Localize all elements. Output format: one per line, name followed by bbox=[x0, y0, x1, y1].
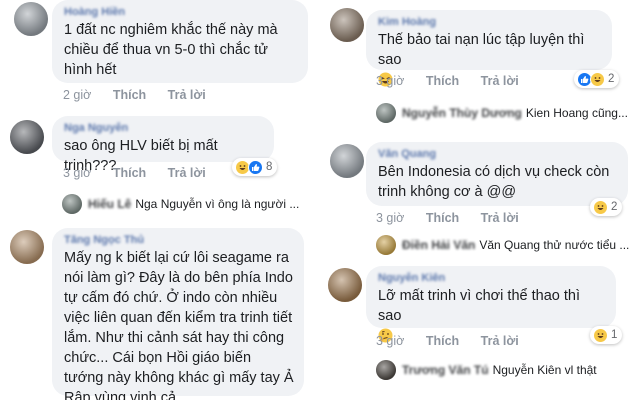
comment-item: Kim Hoàng Thế bảo tai nạn lúc tập luyện … bbox=[318, 0, 630, 130]
avatar[interactable] bbox=[330, 144, 364, 178]
right-comment-column: Kim Hoàng Thế bảo tai nạn lúc tập luyện … bbox=[318, 0, 630, 400]
like-button[interactable]: Thích bbox=[426, 74, 459, 88]
comment-author[interactable]: Hoàng Hiền bbox=[64, 6, 298, 18]
reaction-count: 1 bbox=[611, 329, 618, 341]
comment-text: Bên Indonesia có dịch vụ check còn trinh… bbox=[378, 164, 610, 200]
comment-item: Nga Nguyễn sao ông HLV biết bị mất trinh… bbox=[0, 116, 315, 226]
haha-reaction-icon bbox=[593, 327, 608, 343]
comment-text: 1 đất nc nghiêm khắc thế này mà chiều để… bbox=[64, 22, 278, 78]
left-comment-column: Hoàng Hiền 1 đất nc nghiêm khắc thế này … bbox=[0, 0, 315, 400]
avatar[interactable] bbox=[14, 2, 48, 36]
comment-actions: 3 giờ Thích Trả lời bbox=[63, 166, 224, 180]
like-button[interactable]: Thích bbox=[426, 334, 459, 348]
comment-bubble: Nguyễn Kiên Lỡ mất trinh vì chơi thể tha… bbox=[366, 266, 616, 343]
reply-button[interactable]: Trả lời bbox=[481, 74, 519, 88]
avatar[interactable] bbox=[330, 8, 364, 42]
reply-author[interactable]: Điền Hải Văn bbox=[402, 238, 475, 252]
reaction-count: 2 bbox=[608, 73, 615, 85]
comment-bubble: Kim Hoàng Thế bảo tai nạn lúc tập luyện … bbox=[366, 10, 612, 87]
comment-bubble: Văn Quang Bên Indonesia có dịch vụ check… bbox=[366, 142, 628, 206]
reply-button[interactable]: Trả lời bbox=[168, 88, 206, 102]
avatar bbox=[376, 235, 396, 255]
comment-item: Nguyễn Kiên Lỡ mất trinh vì chơi thể tha… bbox=[318, 266, 630, 400]
reply-button[interactable]: Trả lời bbox=[168, 166, 206, 180]
avatar[interactable] bbox=[10, 120, 44, 154]
avatar bbox=[62, 194, 82, 214]
reply-author[interactable]: Nguyễn Thùy Dương bbox=[402, 106, 522, 120]
reaction-count: 8 bbox=[266, 161, 273, 173]
reply-button[interactable]: Trả lời bbox=[481, 211, 519, 225]
comment-time[interactable]: 2 giờ bbox=[63, 88, 91, 102]
comment-time[interactable]: 3 giờ bbox=[376, 334, 404, 348]
comment-author[interactable]: Nga Nguyễn bbox=[64, 122, 264, 134]
reply-text: Văn Quang thử nước tiểu ... bbox=[479, 238, 630, 252]
comment-author[interactable]: Nguyễn Kiên bbox=[378, 272, 606, 284]
comment-item: Hoàng Hiền 1 đất nc nghiêm khắc thế này … bbox=[0, 0, 315, 110]
reply-button[interactable]: Trả lời bbox=[481, 334, 519, 348]
comment-actions: 3 giờ Thích Trả lời bbox=[376, 334, 537, 348]
reaction-count: 2 bbox=[611, 201, 618, 213]
reply-text: Nga Nguyễn vì ông là người ... bbox=[135, 197, 300, 211]
comment-actions: 3 giờ Thích Trả lời bbox=[376, 211, 537, 225]
comment-time[interactable]: 3 giờ bbox=[376, 74, 404, 88]
reply-preview[interactable]: Điền Hải Văn Văn Quang thử nước tiểu ... bbox=[376, 234, 629, 256]
reaction-summary[interactable]: 8 bbox=[232, 158, 278, 176]
like-reaction-icon bbox=[248, 159, 263, 175]
comment-actions: 2 giờ Thích Trả lời bbox=[63, 88, 224, 102]
reply-preview[interactable]: Trương Văn Tú Nguyễn Kiên vl thật bbox=[376, 359, 597, 381]
avatar bbox=[376, 103, 396, 123]
reaction-summary[interactable]: 2 bbox=[590, 198, 623, 216]
reply-preview[interactable]: Nguyễn Thùy Dương Kien Hoang cũng... bbox=[376, 102, 628, 124]
reaction-summary[interactable]: 2 bbox=[574, 70, 620, 88]
reply-text: Kien Hoang cũng... bbox=[525, 106, 628, 120]
reply-author[interactable]: Hiếu Lê bbox=[88, 197, 131, 211]
avatar[interactable] bbox=[328, 268, 362, 302]
comment-bubble: Hoàng Hiền 1 đất nc nghiêm khắc thế này … bbox=[52, 0, 308, 83]
haha-reaction-icon bbox=[593, 199, 608, 215]
comment-time[interactable]: 3 giờ bbox=[376, 211, 404, 225]
comment-item: Văn Quang Bên Indonesia có dịch vụ check… bbox=[318, 142, 630, 257]
like-button[interactable]: Thích bbox=[113, 166, 146, 180]
like-button[interactable]: Thích bbox=[426, 211, 459, 225]
avatar bbox=[376, 360, 396, 380]
like-button[interactable]: Thích bbox=[113, 88, 146, 102]
avatar[interactable] bbox=[10, 230, 44, 264]
comment-bubble: Nga Nguyễn sao ông HLV biết bị mất trinh… bbox=[52, 116, 274, 174]
comment-text: Mấy ng k biết lại cứ lôi seagame ra nói … bbox=[64, 250, 294, 400]
comment-time[interactable]: 3 giờ bbox=[63, 166, 91, 180]
reply-author[interactable]: Trương Văn Tú bbox=[402, 363, 489, 377]
comment-author[interactable]: Kim Hoàng bbox=[378, 16, 602, 28]
comment-actions: 3 giờ Thích Trả lời bbox=[376, 74, 537, 88]
reaction-summary[interactable]: 1 bbox=[590, 326, 623, 344]
comment-author[interactable]: Tăng Ngọc Thủ bbox=[64, 234, 294, 246]
comment-author[interactable]: Văn Quang bbox=[378, 148, 618, 160]
reply-preview[interactable]: Hiếu Lê Nga Nguyễn vì ông là người ... bbox=[62, 193, 299, 215]
comment-item: Tăng Ngọc Thủ Mấy ng k biết lại cứ lôi s… bbox=[0, 228, 315, 400]
haha-reaction-icon bbox=[590, 71, 605, 87]
reply-text: Nguyễn Kiên vl thật bbox=[492, 363, 597, 377]
comment-bubble: Tăng Ngọc Thủ Mấy ng k biết lại cứ lôi s… bbox=[52, 228, 304, 400]
